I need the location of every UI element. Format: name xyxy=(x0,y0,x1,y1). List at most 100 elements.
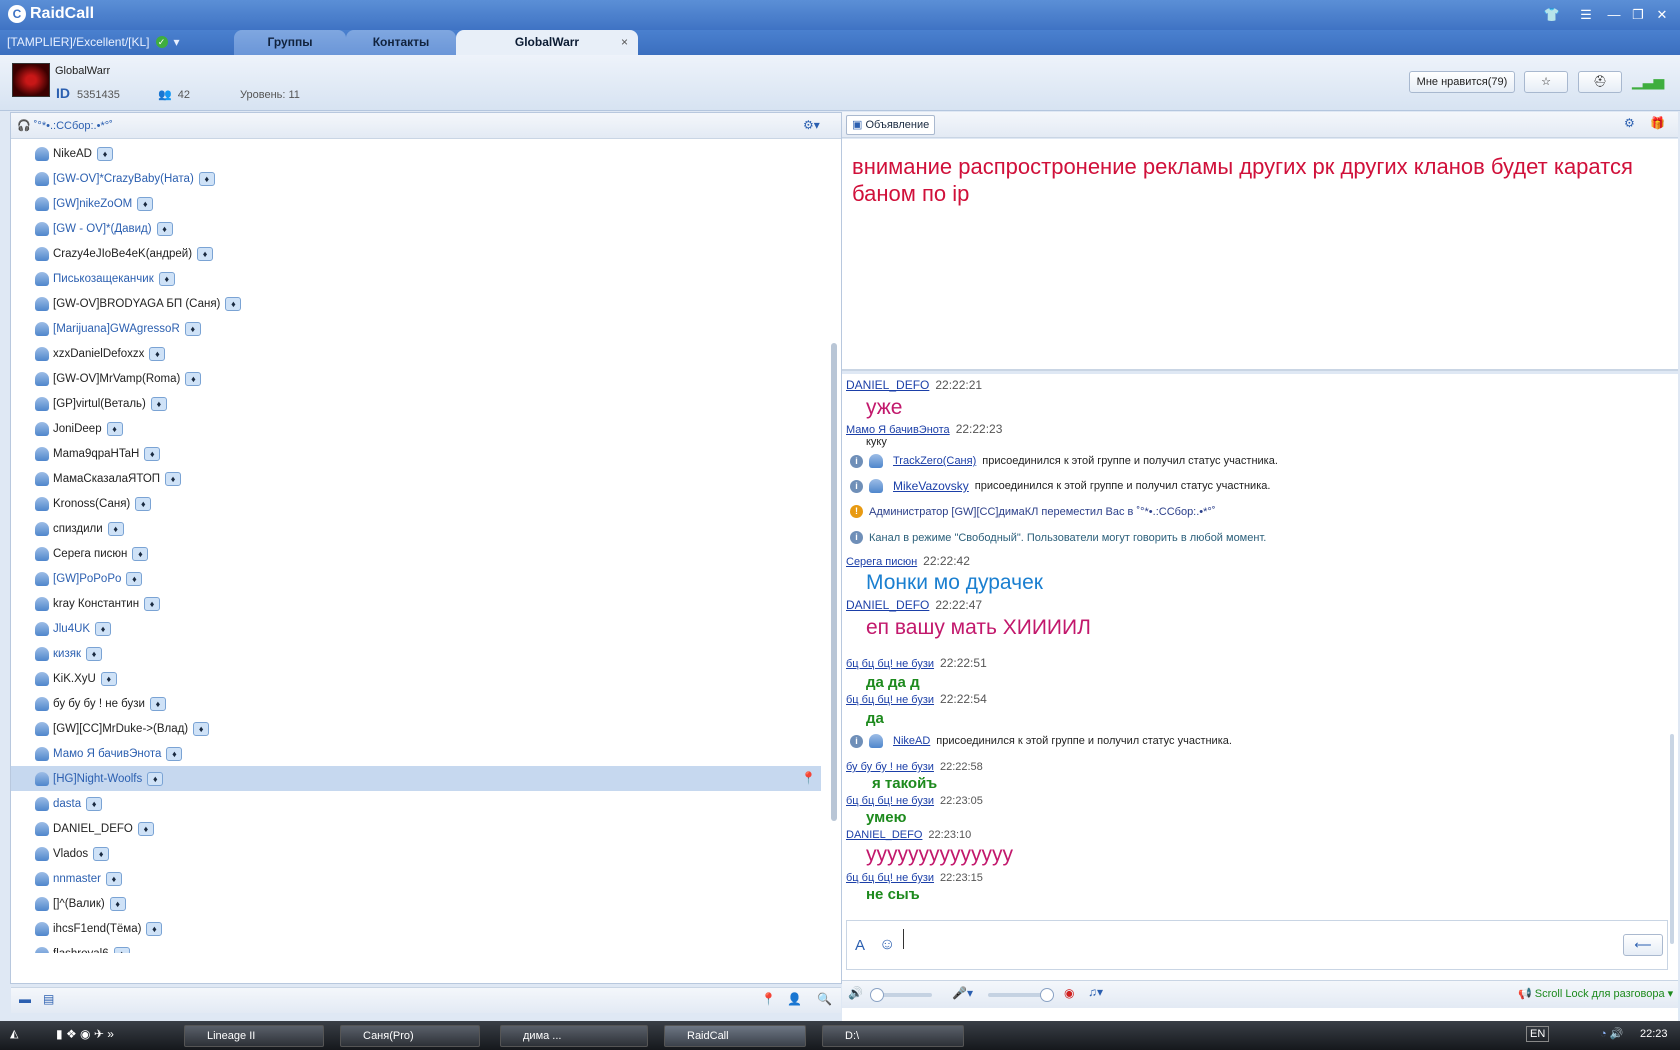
chat-author[interactable]: бу бу бу ! не бузи xyxy=(846,761,934,773)
current-channel[interactable]: 🎧 ˚°*•.:CСбор:.•*°˚ xyxy=(17,119,113,132)
emoji-icon[interactable]: ☺ xyxy=(879,936,895,954)
chat-author[interactable]: Серега писюн xyxy=(846,556,917,568)
quicklaunch-icons[interactable]: ▮ ❖ ◉ ✈ » xyxy=(56,1027,156,1041)
chat-options-icon[interactable]: ⚙ xyxy=(1624,116,1635,130)
user-list-item[interactable]: flashroyal6 ♦ xyxy=(11,941,821,953)
location-icon[interactable]: 📍 xyxy=(761,992,776,1006)
font-style-icon[interactable]: A xyxy=(855,937,865,954)
mic-volume-slider[interactable] xyxy=(988,988,1054,1002)
user-list-item[interactable]: DANIEL_DEFO ♦ xyxy=(11,816,821,841)
menu-icon[interactable]: ☰ xyxy=(1576,6,1596,24)
user-list-item[interactable]: nnmaster ♦ xyxy=(11,866,821,891)
user-list-item[interactable]: [GW]PoPoPo ♦ xyxy=(11,566,821,591)
favorite-star-icon[interactable]: ☆ xyxy=(1524,71,1568,93)
collapse-icon[interactable]: ▬ xyxy=(19,992,31,1006)
close-tab-icon[interactable]: × xyxy=(621,30,628,55)
slider-handle[interactable] xyxy=(1040,988,1054,1002)
user-list-scrollbar[interactable] xyxy=(831,343,837,821)
user-list-item[interactable]: Писькозащеканчик ♦ xyxy=(11,266,821,291)
user-list-item[interactable]: Kronoss(Саня) ♦ xyxy=(11,491,821,516)
user-list-item[interactable]: [Marijuana]GWAgressoR ♦ xyxy=(11,316,821,341)
user-list-item[interactable]: [GW - OV]*(Давид) ♦ xyxy=(11,216,821,241)
close-button[interactable]: ✕ xyxy=(1652,6,1672,24)
minimize-button[interactable]: — xyxy=(1604,6,1624,24)
user-list-item[interactable]: кизяк ♦ xyxy=(11,641,821,666)
user-list-item[interactable]: спиздили ♦ xyxy=(11,516,821,541)
like-button[interactable]: Мне нравится(79) xyxy=(1409,71,1515,93)
user-list-item[interactable]: [GW-OV]BRODYAGA БП (Саня) ♦ xyxy=(11,291,821,316)
record-icon[interactable]: ◉ xyxy=(1064,986,1074,1000)
user-list-item[interactable]: [GW-OV]MrVamp(Roma) ♦ xyxy=(11,366,821,391)
taskbar-item[interactable]: RaidCall xyxy=(664,1025,806,1047)
location-pin-icon[interactable]: 📍 xyxy=(801,771,816,785)
user-icon xyxy=(35,671,49,686)
user-list-item[interactable]: [GW]nikeZoOM ♦ xyxy=(11,191,821,216)
system-user[interactable]: NikeAD xyxy=(893,735,930,747)
gift-icon[interactable]: 🎁 xyxy=(1650,116,1665,130)
user-list-item[interactable]: JoniDeep ♦ xyxy=(11,416,821,441)
system-message: i NikeAD присоединился к этой группе и пол… xyxy=(850,734,1232,748)
tab-contacts[interactable]: Контакты xyxy=(346,30,456,55)
speaker-volume-slider[interactable] xyxy=(870,988,932,1002)
chevron-down-icon[interactable]: ▾ xyxy=(174,35,180,49)
voice-mode-selector[interactable]: 📢 Scroll Lock для разговора ▾ xyxy=(1518,987,1673,1000)
chat-author[interactable]: Мамо Я бачивЭнота xyxy=(846,424,950,436)
chat-author[interactable]: DANIEL_DEFO xyxy=(846,829,922,841)
user-list-item[interactable]: [HG]Night-Woolfs ♦ 📍 xyxy=(11,766,821,791)
chat-author[interactable]: бц бц бц! не бузи xyxy=(846,795,934,807)
user-list-item[interactable]: []^(Валик) ♦ xyxy=(11,891,821,916)
user-icon[interactable]: 👤 xyxy=(787,992,802,1006)
chat-author[interactable]: бц бц бц! не бузи xyxy=(846,694,934,706)
microphone-icon[interactable]: 🎤▾ xyxy=(952,986,973,1000)
language-indicator[interactable]: EN xyxy=(1526,1026,1550,1042)
skin-icon[interactable]: 👕 xyxy=(1542,6,1562,24)
taskbar-item[interactable]: дима ... xyxy=(500,1025,648,1047)
slider-handle[interactable] xyxy=(870,988,884,1002)
maximize-button[interactable]: ❐ xyxy=(1628,6,1648,24)
user-list-item[interactable]: [GW-OV]*CrazyBaby(Ната) ♦ xyxy=(11,166,821,191)
speaker-icon[interactable]: 🔊 xyxy=(848,986,863,1000)
send-button[interactable]: ⟵ xyxy=(1623,934,1663,956)
user-list-item[interactable]: Серега писюн ♦ xyxy=(11,541,821,566)
user-list-item[interactable]: бу бу бу ! не бузи ♦ xyxy=(11,691,821,716)
system-user[interactable]: TrackZero(Саня) xyxy=(893,455,976,467)
user-list-item[interactable]: dasta ♦ xyxy=(11,791,821,816)
channel-options-icon[interactable]: ⚙▾ xyxy=(803,118,820,132)
user-badge-icon: ♦ xyxy=(137,821,154,836)
start-icon[interactable]: ◭ xyxy=(10,1027,18,1040)
user-status[interactable]: [TAMPLIER]/Excellent/[KL] ✓ ▾ xyxy=(7,35,180,49)
list-view-icon[interactable]: ▤ xyxy=(43,992,54,1006)
chat-message: уже xyxy=(866,396,903,419)
tray-icons[interactable]: ◔ 🔊 xyxy=(1600,1027,1623,1040)
user-list-item[interactable]: МамаСказалаЯТОП ♦ xyxy=(11,466,821,491)
taskbar-item[interactable]: Lineage II xyxy=(184,1025,324,1047)
group-admin-icon[interactable]: ⛑ xyxy=(1578,71,1622,93)
chat-author[interactable]: бц бц бц! не бузи xyxy=(846,658,934,670)
chat-author[interactable]: DANIEL_DEFO xyxy=(846,378,929,392)
tab-groups[interactable]: Группы xyxy=(234,30,346,55)
user-list-item[interactable]: Mama9qpaHTaH ♦ xyxy=(11,441,821,466)
taskbar-item[interactable]: Саня(Pro) xyxy=(340,1025,480,1047)
user-list-item[interactable]: NikeAD ♦ xyxy=(11,141,821,166)
user-list-item[interactable]: Jlu4UK ♦ xyxy=(11,616,821,641)
user-list-item[interactable]: kray Константин ♦ xyxy=(11,591,821,616)
chat-scrollbar[interactable] xyxy=(1670,734,1674,944)
user-list-item[interactable]: xzxDanielDefoxzx ♦ xyxy=(11,341,821,366)
taskbar-item[interactable]: D:\ xyxy=(822,1025,964,1047)
user-list-item[interactable]: ihcsF1end(Тёма) ♦ xyxy=(11,916,821,941)
user-list-item[interactable]: Vlados ♦ xyxy=(11,841,821,866)
search-icon[interactable]: 🔍 xyxy=(817,992,832,1006)
user-list-item[interactable]: Crazy4eJIoBe4eK(андрей) ♦ xyxy=(11,241,821,266)
chat-author[interactable]: DANIEL_DEFO xyxy=(846,598,929,612)
user-list-item[interactable]: Мамо Я бачивЭнота ♦ xyxy=(11,741,821,766)
user-list-item[interactable]: KiK.XyU ♦ xyxy=(11,666,821,691)
tab-globalwarr[interactable]: GlobalWarr × xyxy=(456,30,638,55)
system-user[interactable]: MikeVazovsky xyxy=(893,479,969,493)
group-avatar[interactable] xyxy=(12,63,50,97)
user-list-item[interactable]: [GP]virtul(Веталь) ♦ xyxy=(11,391,821,416)
user-list-item[interactable]: [GW][CC]MrDuke->(Влад) ♦ xyxy=(11,716,821,741)
chat-author[interactable]: бц бц бц! не бузи xyxy=(846,872,934,884)
announcement-button[interactable]: ▣ Объявление xyxy=(846,115,936,135)
music-icon[interactable]: ♫▾ xyxy=(1088,985,1103,999)
message-input[interactable]: A ☺ ⟵ xyxy=(846,920,1668,970)
